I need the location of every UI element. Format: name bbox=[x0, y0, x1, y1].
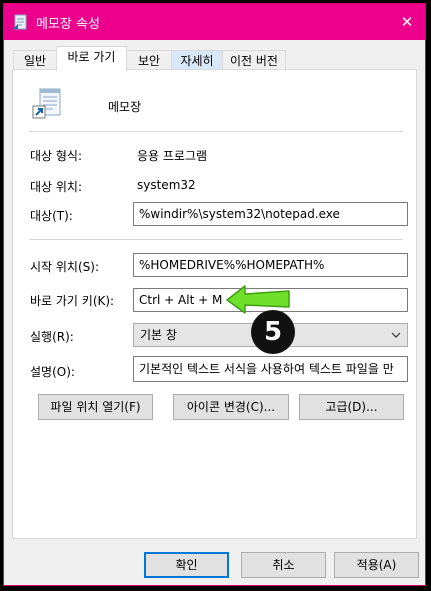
target-location-value: system32 bbox=[137, 178, 196, 192]
start-in-label: 시작 위치(S): bbox=[30, 260, 99, 274]
properties-dialog: 메모장 속성 ✕ 일반 바로 가기 보안 자세히 이전 버전 메모장 대상 형식… bbox=[3, 3, 426, 586]
tab-shortcut[interactable]: 바로 가기 bbox=[56, 46, 127, 71]
separator-top bbox=[29, 131, 403, 132]
target-label: 대상(T): bbox=[30, 209, 73, 223]
separator-middle bbox=[29, 239, 403, 240]
tab-security[interactable]: 보안 bbox=[126, 50, 172, 70]
screenshot-frame: 메모장 속성 ✕ 일반 바로 가기 보안 자세히 이전 버전 메모장 대상 형식… bbox=[0, 0, 431, 591]
shortcut-key-label: 바로 가기 키(K): bbox=[30, 294, 115, 308]
comment-input[interactable]: 기본적인 텍스트 서식을 사용하여 텍스트 파일을 만 bbox=[133, 356, 408, 382]
window-title: 메모장 속성 bbox=[36, 17, 100, 32]
cancel-button[interactable]: 취소 bbox=[241, 552, 326, 578]
notepad-icon bbox=[12, 13, 30, 31]
ok-button[interactable]: 확인 bbox=[144, 552, 229, 578]
run-select-value: 기본 창 bbox=[140, 328, 177, 342]
open-file-location-button[interactable]: 파일 위치 열기(F) bbox=[38, 394, 153, 420]
comment-label: 설명(O): bbox=[30, 365, 75, 379]
tab-details[interactable]: 자세히 bbox=[171, 50, 223, 70]
close-icon: ✕ bbox=[400, 13, 414, 31]
chevron-down-icon bbox=[391, 325, 401, 352]
apply-button[interactable]: 적용(A) bbox=[334, 552, 419, 578]
tab-previous-versions[interactable]: 이전 버전 bbox=[222, 50, 286, 70]
step-number-badge: 5 bbox=[251, 310, 295, 354]
target-type-value: 응용 프로그램 bbox=[137, 149, 208, 163]
target-type-label: 대상 형식: bbox=[30, 149, 83, 163]
target-location-label: 대상 위치: bbox=[30, 180, 83, 194]
run-label: 실행(R): bbox=[30, 330, 74, 344]
close-button[interactable]: ✕ bbox=[389, 4, 425, 40]
tab-general[interactable]: 일반 bbox=[13, 50, 57, 70]
green-arrow-annotation bbox=[226, 285, 290, 314]
title-bar: 메모장 속성 ✕ bbox=[4, 4, 425, 40]
shortcut-app-icon bbox=[31, 86, 65, 120]
app-name: 메모장 bbox=[108, 100, 142, 114]
shortcut-panel: 메모장 대상 형식: 응용 프로그램 대상 위치: system32 대상(T)… bbox=[12, 69, 417, 539]
target-input[interactable]: %windir%\system32\notepad.exe bbox=[133, 202, 408, 226]
start-in-input[interactable]: %HOMEDRIVE%%HOMEPATH% bbox=[133, 253, 408, 277]
advanced-button[interactable]: 고급(D)... bbox=[299, 394, 404, 420]
change-icon-button[interactable]: 아이콘 변경(C)... bbox=[173, 394, 289, 420]
